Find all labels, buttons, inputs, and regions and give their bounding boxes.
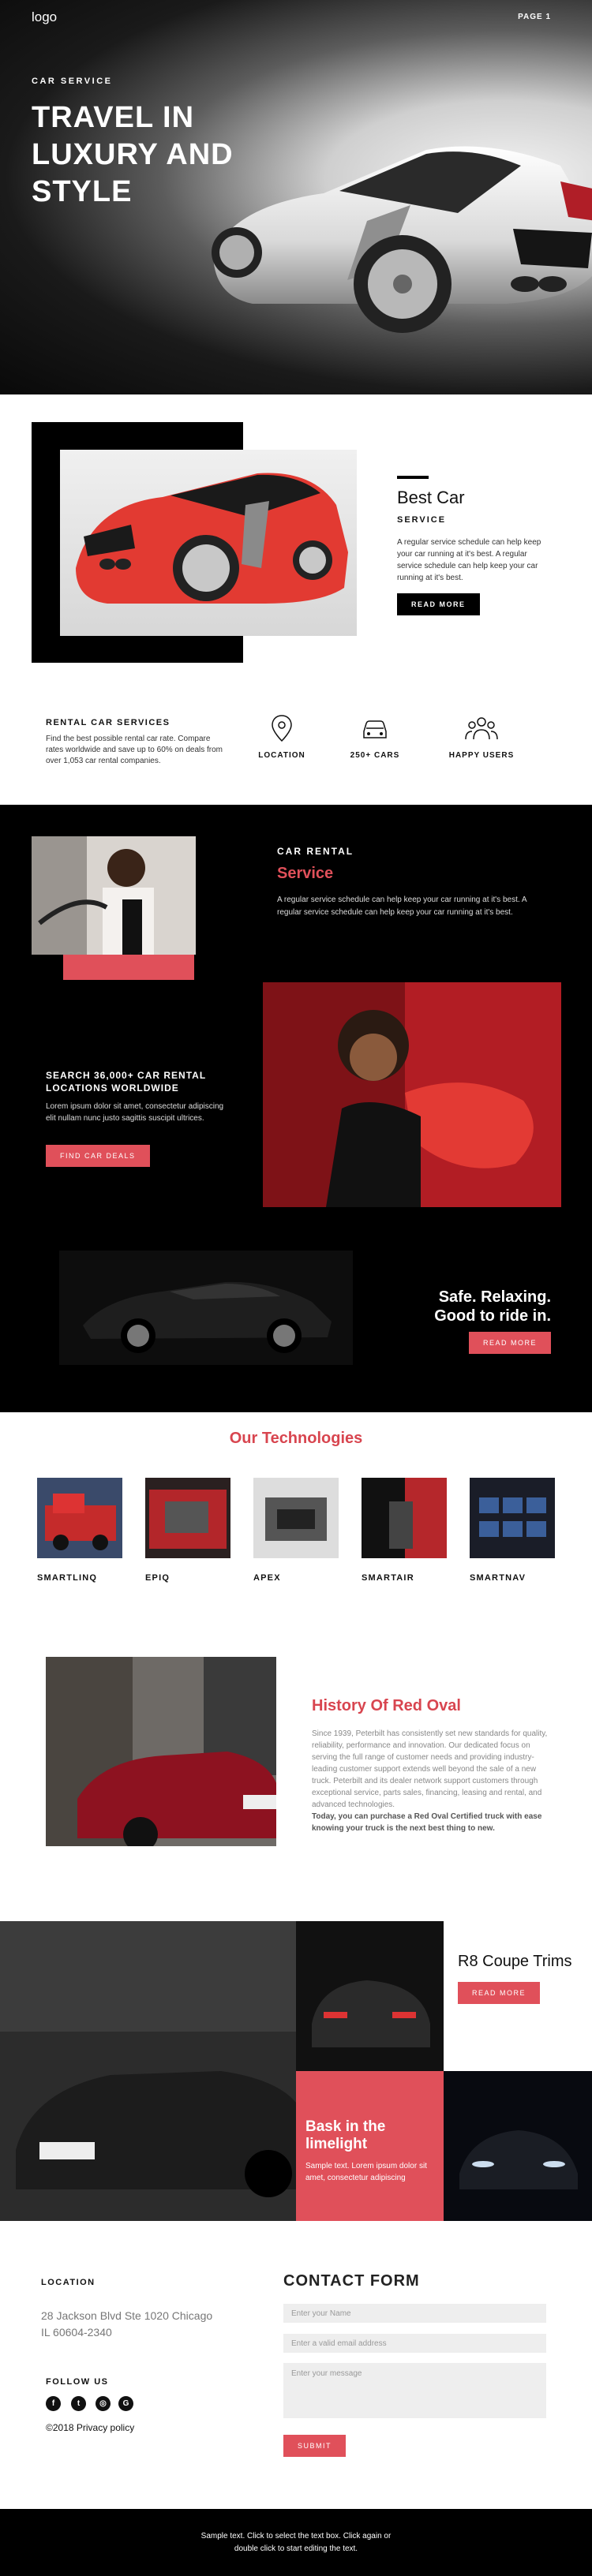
r8-read-more-button[interactable]: READ MORE — [458, 1982, 541, 2004]
instagram-icon[interactable]: ◎ — [96, 2396, 111, 2411]
red-car-photo — [60, 450, 357, 636]
dark-car-large-photo — [0, 1921, 296, 2221]
history-title: History Of Red Oval — [312, 1697, 461, 1714]
tech-image-smartair — [362, 1478, 447, 1558]
copyright-privacy-link[interactable]: ©2018 Privacy policy — [46, 2422, 134, 2433]
feature-location-label: LOCATION — [258, 751, 305, 760]
r8-section: R8 Coupe Trims READ MORE Bask in the lim… — [0, 1921, 592, 2221]
footer-text: Sample text. Click to select the text bo… — [200, 2532, 392, 2553]
car-rental-section: CAR RENTAL Service A regular service sch… — [0, 805, 592, 1412]
location-heading: LOCATION — [41, 2278, 96, 2287]
history-section: History Of Red Oval Since 1939, Peterbil… — [0, 1625, 592, 1921]
tech-label-smartlinq: SMARTLINQ — [37, 1573, 98, 1583]
tech-card-epiq[interactable]: EPIQ — [145, 1478, 230, 1583]
limelight-title: Bask in the limelight — [305, 2118, 386, 2152]
rental-services-section: RENTAL CAR SERVICES Find the best possib… — [0, 686, 592, 805]
tech-image-smartlinq — [37, 1478, 122, 1558]
accent-line — [397, 476, 429, 479]
feature-location: LOCATION — [246, 714, 317, 760]
best-car-section: Best Car SERVICE A regular service sched… — [0, 394, 592, 686]
car-icon — [363, 720, 387, 738]
history-text-bold: Today, you can purchase a Red Oval Certi… — [312, 1812, 542, 1833]
car-rear-photo — [296, 1921, 444, 2071]
limelight-text: Sample text. Lorem ipsum dolor sit amet,… — [305, 2162, 427, 2182]
nav-link-page-1[interactable]: PAGE 1 — [518, 13, 551, 21]
car-front-night-photo — [444, 2071, 592, 2221]
feature-cars-label: 250+ CARS — [350, 751, 400, 760]
service-title: Service — [277, 865, 334, 882]
limelight-panel: Bask in the limelight Sample text. Lorem… — [296, 2071, 444, 2221]
technologies-title: Our Technologies — [229, 1430, 363, 1447]
tech-image-smartnav — [470, 1478, 555, 1558]
best-car-read-more-button[interactable]: READ MORE — [397, 593, 480, 615]
woman-in-red-car-photo — [263, 982, 561, 1207]
car-rental-label: CAR RENTAL — [277, 846, 354, 857]
hero-car-image — [212, 146, 592, 333]
tech-label-smartair: SMARTAIR — [362, 1573, 414, 1583]
location-pin-icon — [272, 715, 292, 742]
footer: Sample text. Click to select the text bo… — [0, 2509, 592, 2576]
name-input[interactable] — [283, 2304, 546, 2323]
black-car-panel — [59, 1251, 353, 1365]
tech-image-epiq — [145, 1478, 230, 1558]
twitter-icon[interactable]: t — [71, 2396, 86, 2411]
r8-trims-panel: R8 Coupe Trims READ MORE — [444, 1921, 592, 2071]
best-car-title: Best Car — [397, 488, 465, 507]
tech-card-smartair[interactable]: SMARTAIR — [362, 1478, 447, 1583]
rental-title: RENTAL CAR SERVICES — [46, 718, 170, 727]
feature-happy-users: HAPPY USERS — [446, 714, 517, 760]
tech-card-smartlinq[interactable]: SMARTLINQ — [37, 1478, 122, 1583]
message-textarea[interactable] — [283, 2363, 546, 2418]
red-car-street-photo — [46, 1657, 276, 1852]
facebook-icon[interactable]: f — [46, 2396, 61, 2411]
google-plus-icon[interactable]: G — [118, 2396, 133, 2411]
best-car-text: A regular service schedule can help keep… — [397, 538, 541, 582]
follow-us-heading: FOLLOW US — [46, 2377, 109, 2387]
safe-relaxing-title: Safe. Relaxing. Good to ride in. — [434, 1288, 551, 1325]
tech-card-apex[interactable]: APEX — [253, 1478, 339, 1583]
history-text: Since 1939, Peterbilt has consistently s… — [312, 1729, 548, 1809]
email-input[interactable] — [283, 2334, 546, 2353]
technologies-section: Our Technologies SMARTLINQ EPIQ APEX SMA… — [0, 1412, 592, 1625]
contact-form-title: CONTACT FORM — [283, 2272, 420, 2290]
r8-trims-title: R8 Coupe Trims — [458, 1953, 572, 1970]
rental-text: Find the best possible rental car rate. … — [46, 735, 223, 765]
safe-read-more-button[interactable]: READ MORE — [468, 1332, 551, 1354]
site-logo[interactable]: logo — [32, 9, 57, 25]
search-locations-text: Lorem ipsum dolor sit amet, consectetur … — [46, 1102, 224, 1123]
submit-button[interactable]: SUBMIT — [283, 2435, 347, 2457]
tech-label-epiq: EPIQ — [145, 1573, 170, 1583]
service-text: A regular service schedule can help keep… — [277, 895, 526, 917]
black-car-image — [83, 1281, 332, 1353]
feature-cars: 250+ CARS — [339, 714, 410, 760]
best-car-subtitle: SERVICE — [397, 515, 447, 525]
tech-label-smartnav: SMARTNAV — [470, 1573, 526, 1583]
tech-image-apex — [253, 1478, 339, 1558]
hero-section: logo PAGE 1 CAR SERVICE TRAVEL IN LUXURY… — [0, 0, 592, 394]
feature-happy-users-label: HAPPY USERS — [448, 751, 515, 760]
find-car-deals-button[interactable]: FIND CAR DEALS — [46, 1145, 150, 1167]
hero-subtitle: CAR SERVICE — [32, 77, 113, 86]
tech-card-smartnav[interactable]: SMARTNAV — [470, 1478, 555, 1583]
contact-section: LOCATION 28 Jackson Blvd Ste 1020 Chicag… — [0, 2221, 592, 2509]
search-locations-title: SEARCH 36,000+ CAR RENTAL LOCATIONS WORL… — [46, 1070, 206, 1094]
tech-label-apex: APEX — [253, 1573, 281, 1583]
address-text: 28 Jackson Blvd Ste 1020 Chicago IL 6060… — [41, 2309, 213, 2339]
woman-laughing-photo — [32, 836, 196, 955]
users-group-icon — [465, 717, 498, 740]
